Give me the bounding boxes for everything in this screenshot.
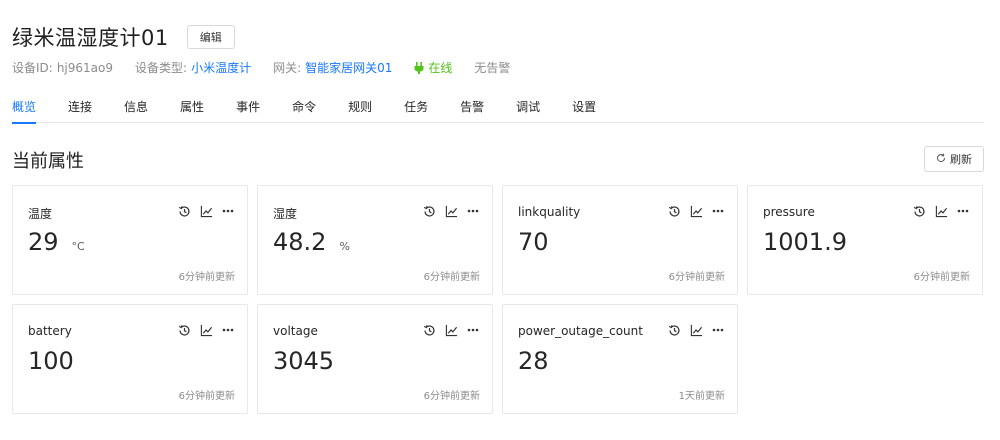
value-unit: % xyxy=(339,240,350,253)
updated-time: 6分钟前更新 xyxy=(668,272,725,283)
title-row: 绿米温湿度计01 编辑 xyxy=(12,22,235,52)
online-status-text: 在线 xyxy=(428,61,453,75)
property-value: 48.2 % xyxy=(273,228,350,256)
history-icon[interactable] xyxy=(667,204,681,218)
alarm-status: 无告警 xyxy=(474,61,511,75)
card-actions xyxy=(169,323,235,337)
tab-rules[interactable]: 规则 xyxy=(348,98,372,123)
value-number: 48.2 xyxy=(273,228,327,256)
line-chart-icon[interactable] xyxy=(689,323,703,337)
history-icon[interactable] xyxy=(422,204,436,218)
device-id: 设备ID: hj961ao9 xyxy=(12,59,113,76)
history-icon[interactable] xyxy=(667,323,681,337)
device-id-value: hj961ao9 xyxy=(56,60,114,75)
more-icon[interactable] xyxy=(221,323,235,337)
property-label: battery xyxy=(28,324,72,338)
property-label: 温度 xyxy=(28,207,53,221)
card-actions xyxy=(904,204,970,218)
value-number: 70 xyxy=(518,228,549,256)
property-label: pressure xyxy=(763,205,815,219)
tab-bar: 概览 连接 信息 属性 事件 命令 规则 任务 告警 调试 设置 xyxy=(12,98,984,124)
property-value: 29 °C xyxy=(28,228,85,256)
tab-commands[interactable]: 命令 xyxy=(292,98,316,123)
property-card-battery: battery 100 6分钟前更新 xyxy=(12,304,248,414)
card-actions xyxy=(659,204,725,218)
device-type-link[interactable]: 小米温度计 xyxy=(191,59,251,76)
more-icon[interactable] xyxy=(711,204,725,218)
property-value: 1001.9 xyxy=(763,228,860,256)
value-number: 1001.9 xyxy=(763,228,847,256)
property-label: power_outage_count xyxy=(518,324,643,338)
property-card-pressure: pressure 1001.9 6分钟前更新 xyxy=(747,185,983,295)
online-status: 在线 xyxy=(414,59,452,76)
more-icon[interactable] xyxy=(221,204,235,218)
updated-time: 6分钟前更新 xyxy=(423,391,480,402)
more-icon[interactable] xyxy=(466,323,480,337)
card-actions xyxy=(414,204,480,218)
updated-time: 6分钟前更新 xyxy=(423,272,480,283)
property-card-humidity: 湿度 48.2 % 6分钟前更新 xyxy=(257,185,493,295)
refresh-button[interactable]: 刷新 xyxy=(924,146,984,172)
card-actions xyxy=(414,323,480,337)
history-icon[interactable] xyxy=(177,323,191,337)
property-value: 100 xyxy=(28,347,87,375)
more-icon[interactable] xyxy=(711,323,725,337)
property-card-linkquality: linkquality 70 6分钟前更新 xyxy=(502,185,738,295)
tab-alarms[interactable]: 告警 xyxy=(460,98,484,123)
line-chart-icon[interactable] xyxy=(444,204,458,218)
updated-time: 6分钟前更新 xyxy=(178,391,235,402)
gateway-label: 网关: xyxy=(273,61,302,75)
card-actions xyxy=(169,204,235,218)
device-type: 设备类型: 小米温度计 xyxy=(135,59,251,76)
value-number: 28 xyxy=(518,347,549,375)
tab-debug[interactable]: 调试 xyxy=(516,98,540,123)
refresh-label: 刷新 xyxy=(950,153,972,166)
line-chart-icon[interactable] xyxy=(444,323,458,337)
page-title: 绿米温湿度计01 xyxy=(12,26,169,50)
tab-tasks[interactable]: 任务 xyxy=(404,98,428,123)
property-value: 70 xyxy=(518,228,562,256)
value-unit: °C xyxy=(71,240,85,253)
history-icon[interactable] xyxy=(422,323,436,337)
more-icon[interactable] xyxy=(956,204,970,218)
property-label: voltage xyxy=(273,324,318,338)
tab-info[interactable]: 信息 xyxy=(124,98,148,123)
tab-properties[interactable]: 属性 xyxy=(180,98,204,123)
history-icon[interactable] xyxy=(912,204,926,218)
gateway: 网关: 智能家居网关01 xyxy=(273,59,392,76)
tab-settings[interactable]: 设置 xyxy=(572,98,596,123)
section-title: 当前属性 xyxy=(12,151,84,172)
property-card-temperature: 温度 29 °C 6分钟前更新 xyxy=(12,185,248,295)
line-chart-icon[interactable] xyxy=(199,323,213,337)
gateway-link[interactable]: 智能家居网关01 xyxy=(305,59,392,76)
value-number: 3045 xyxy=(273,347,335,375)
tab-connection[interactable]: 连接 xyxy=(68,98,92,123)
value-number: 100 xyxy=(28,347,74,375)
property-label: linkquality xyxy=(518,205,581,219)
tab-overview[interactable]: 概览 xyxy=(12,98,37,124)
updated-time: 6分钟前更新 xyxy=(913,272,970,283)
card-actions xyxy=(659,323,725,337)
property-value: 3045 xyxy=(273,347,347,375)
property-card-power-outage-count: power_outage_count 28 1天前更新 xyxy=(502,304,738,414)
property-value: 28 xyxy=(518,347,562,375)
line-chart-icon[interactable] xyxy=(199,204,213,218)
line-chart-icon[interactable] xyxy=(934,204,948,218)
updated-time: 6分钟前更新 xyxy=(178,272,235,283)
tab-events[interactable]: 事件 xyxy=(236,98,260,123)
value-number: 29 xyxy=(28,228,59,256)
plug-icon xyxy=(414,61,424,74)
line-chart-icon[interactable] xyxy=(689,204,703,218)
device-id-label: 设备ID: xyxy=(12,61,53,75)
device-detail-page: 绿米温湿度计01 编辑 设备ID: hj961ao9 设备类型: 小米温度计 网… xyxy=(0,0,1000,440)
property-card-voltage: voltage 3045 6分钟前更新 xyxy=(257,304,493,414)
device-meta: 设备ID: hj961ao9 设备类型: 小米温度计 网关: 智能家居网关01 … xyxy=(12,59,532,76)
updated-time: 1天前更新 xyxy=(678,391,725,402)
refresh-icon xyxy=(936,153,946,166)
property-label: 湿度 xyxy=(273,207,298,221)
more-icon[interactable] xyxy=(466,204,480,218)
history-icon[interactable] xyxy=(177,204,191,218)
device-type-label: 设备类型: xyxy=(135,61,188,75)
edit-button[interactable]: 编辑 xyxy=(186,25,235,49)
